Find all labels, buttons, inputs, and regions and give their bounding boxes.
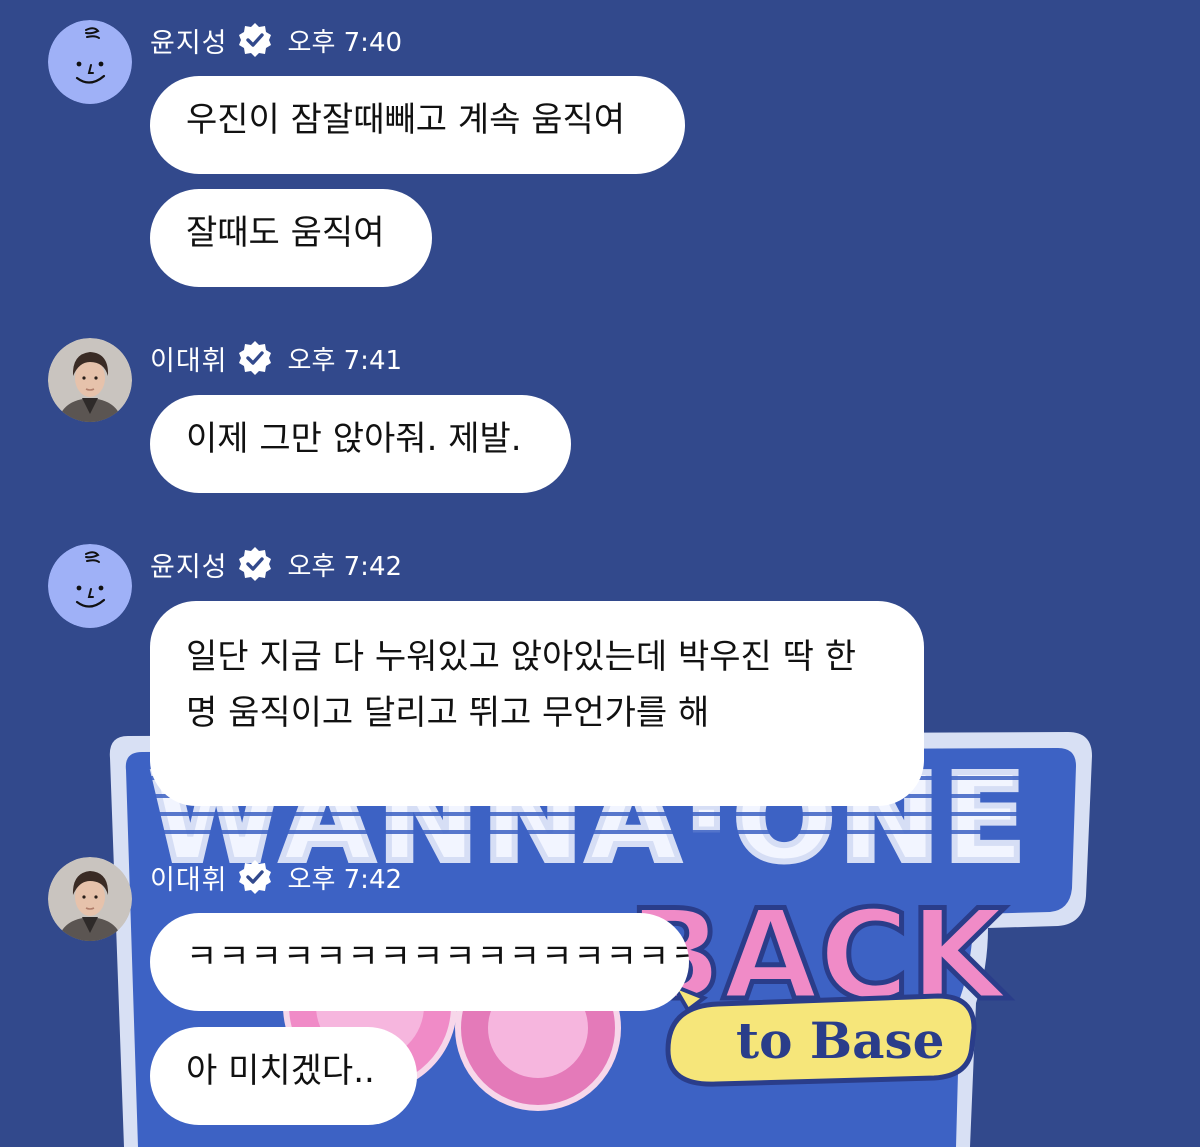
verified-badge-icon [238, 341, 271, 375]
sender-name: 윤지성 [150, 27, 228, 59]
avatar[interactable] [48, 544, 132, 628]
chat-thread[interactable]: WANNA·ONE BACK to Base 윤지성 오후 7:40 우진이 잠… [0, 0, 1200, 1147]
message-header: 윤지성 오후 7:40 [150, 20, 402, 60]
message-bubble[interactable]: 일단 지금 다 누워있고 앉아있는데 박우진 딱 한 명 움직이고 달리고 뛰고… [150, 601, 924, 806]
avatar[interactable] [48, 857, 132, 941]
message-time: 오후 7:42 [287, 551, 403, 582]
verified-badge-icon [238, 547, 271, 581]
avatar[interactable] [48, 20, 132, 104]
drawn-face-avatar-icon [48, 20, 132, 104]
logo-to-base-text: to Base [736, 1011, 944, 1070]
message-bubble[interactable]: 우진이 잠잘때빼고 계속 움직여 [150, 76, 685, 174]
sender-name: 이대휘 [150, 345, 228, 377]
sender-name: 윤지성 [150, 551, 228, 583]
message-bubble[interactable]: 잘때도 움직여 [150, 189, 432, 287]
message-header: 윤지성 오후 7:42 [150, 544, 402, 584]
verified-badge-icon [238, 23, 271, 57]
message-header: 이대휘 오후 7:42 [150, 857, 402, 897]
message-bubble[interactable]: 이제 그만 앉아줘. 제발. [150, 395, 571, 493]
sender-name: 이대휘 [150, 864, 228, 896]
message-time: 오후 7:41 [287, 345, 403, 376]
profile-photo-avatar-icon [48, 857, 132, 941]
message-time: 오후 7:40 [287, 27, 403, 58]
avatar[interactable] [48, 338, 132, 422]
message-time: 오후 7:42 [287, 864, 403, 895]
profile-photo-avatar-icon [48, 338, 132, 422]
message-bubble[interactable]: 아 미치겠다.. [150, 1027, 417, 1125]
message-bubble[interactable]: ㅋㅋㅋㅋㅋㅋㅋㅋㅋㅋㅋㅋㅋㅋㅋㅋ [150, 913, 689, 1011]
verified-badge-icon [238, 860, 271, 894]
message-header: 이대휘 오후 7:41 [150, 338, 402, 378]
drawn-face-avatar-icon [48, 544, 132, 628]
